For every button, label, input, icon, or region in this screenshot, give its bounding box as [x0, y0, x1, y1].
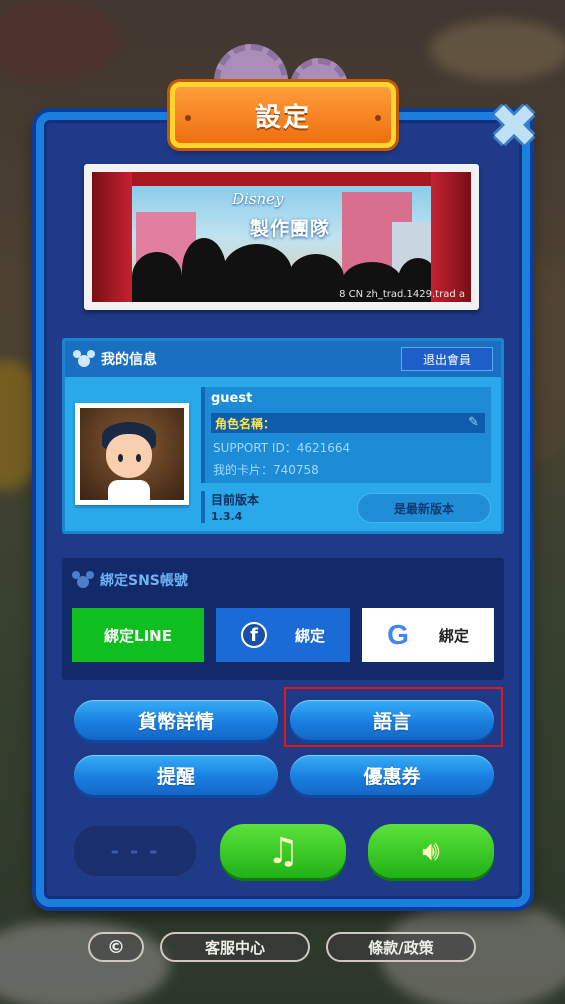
edit-pencil-icon[interactable]: ✎ [468, 415, 479, 430]
music-toggle-button[interactable]: ♫ [220, 824, 346, 878]
banner-title: 製作團隊 [250, 218, 331, 240]
bind-facebook-label: 綁定 [294, 626, 325, 645]
language-highlight-box [284, 687, 503, 747]
facebook-icon: f [240, 622, 267, 648]
version-label: 目前版本 [211, 493, 260, 507]
close-x-icon: ✖ [489, 92, 539, 160]
customer-service-button[interactable]: 客服中心 [160, 932, 310, 962]
role-name-row[interactable]: 角色名稱： ✎ [211, 413, 485, 433]
currency-details-button[interactable]: 貨幣詳情 [74, 700, 278, 740]
bind-facebook-button[interactable]: f 綁定 [216, 608, 350, 662]
disabled-control-button[interactable]: - - - [72, 824, 198, 878]
bind-google-button[interactable]: G 綁定 [362, 608, 494, 662]
sns-binding-card: 綁定SNS帳號 綁定LINE f 綁定 G 綁定 [62, 558, 504, 680]
title-plate: 設定 [170, 82, 396, 148]
google-icon: G [387, 619, 409, 650]
credits-banner[interactable]: Disney 製作團隊 8 CN zh_trad.1429.trad a [84, 164, 479, 310]
username: guest [211, 391, 253, 406]
support-id: SUPPORT ID：4621664 [213, 441, 351, 455]
my-info-title: 我的信息 [101, 352, 157, 368]
page-title: 設定 [254, 102, 311, 133]
terms-policy-button[interactable]: 條款/政策 [326, 932, 476, 962]
reminder-button[interactable]: 提醒 [74, 755, 278, 795]
dashes-text: - - - [110, 839, 160, 863]
my-info-card: 我的信息 退出會員 guest 角色名稱： ✎ SUPPORT ID：46216… [62, 338, 504, 534]
role-name-label: 角色名稱： [215, 416, 276, 431]
close-button[interactable]: ✖ [486, 92, 542, 160]
bind-google-label: 綁定 [438, 626, 469, 645]
version-number: 1.3.4 [211, 510, 243, 523]
build-version-text: 8 CN zh_trad.1429.trad a [339, 289, 465, 300]
latest-version-button[interactable]: 是最新版本 [357, 493, 491, 523]
mickey-icon [72, 571, 94, 589]
avatar[interactable] [75, 403, 189, 505]
logout-button[interactable]: 退出會員 [401, 347, 493, 371]
profile-details: guest 角色名稱： ✎ SUPPORT ID：4621664 我的卡片：74… [201, 387, 491, 483]
speaker-icon: 🔊︎ [422, 834, 440, 867]
my-card-number: 我的卡片：740758 [213, 463, 319, 477]
disney-logo: Disney [232, 190, 284, 208]
my-info-header: 我的信息 退出會員 [65, 341, 501, 377]
version-block: 目前版本 1.3.4 [201, 491, 259, 523]
sns-title: 綁定SNS帳號 [100, 573, 188, 589]
sound-toggle-button[interactable]: 🔊︎ [368, 824, 494, 878]
bind-line-button[interactable]: 綁定LINE [72, 608, 204, 662]
banner-artwork: Disney 製作團隊 8 CN zh_trad.1429.trad a [92, 172, 471, 302]
music-note-icon: ♫ [266, 830, 300, 872]
mickey-icon [73, 350, 95, 368]
avatar-image [80, 408, 184, 500]
copyright-button[interactable]: © [88, 932, 144, 962]
bind-line-label: 綁定LINE [104, 626, 172, 645]
coupon-button[interactable]: 優惠券 [290, 755, 494, 795]
copyright-icon: © [107, 936, 125, 958]
sns-header: 綁定SNS帳號 [72, 570, 188, 590]
